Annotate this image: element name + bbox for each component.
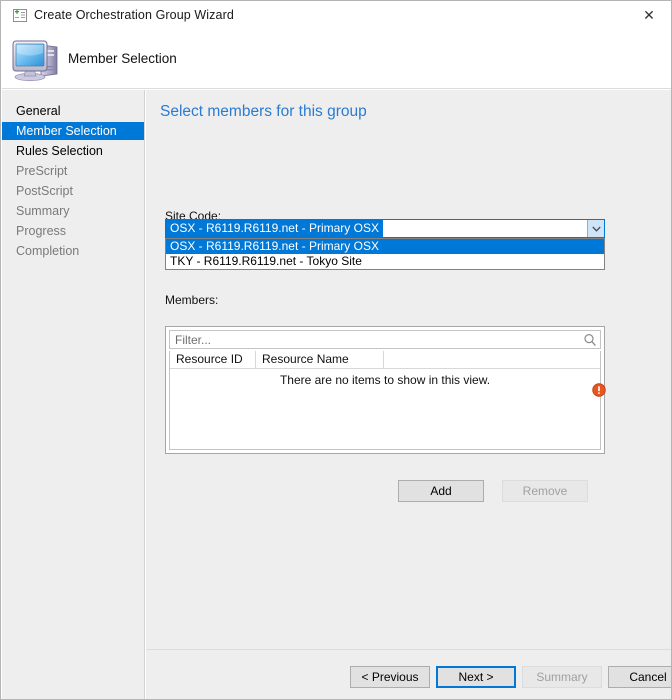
magnifier-icon[interactable] — [583, 333, 597, 347]
wizard-header: Member Selection — [2, 29, 671, 89]
sidebar-item-prescript[interactable]: PreScript — [2, 162, 144, 180]
site-code-selected-value: OSX - R6119.R6119.net - Primary OSX — [166, 220, 383, 237]
sidebar-item-postscript[interactable]: PostScript — [2, 182, 144, 200]
site-code-dropdown-list[interactable]: OSX - R6119.R6119.net - Primary OSX TKY … — [165, 238, 605, 270]
next-button[interactable]: Next > — [436, 666, 516, 688]
site-code-option-osx[interactable]: OSX - R6119.R6119.net - Primary OSX — [166, 239, 604, 254]
grid-empty-message: There are no items to show in this view. — [279, 373, 491, 387]
column-header-resource-id[interactable]: Resource ID — [170, 351, 256, 368]
sidebar-item-member-selection[interactable]: Member Selection — [2, 122, 144, 140]
members-grid[interactable]: Resource ID Resource Name There are no i… — [169, 351, 601, 450]
grid-header-row: Resource ID Resource Name — [170, 351, 600, 369]
window-title: Create Orchestration Group Wizard — [34, 8, 234, 22]
members-label: Members: — [165, 293, 219, 307]
wizard-footer: < Previous Next > Summary Cancel — [146, 649, 671, 699]
column-header-resource-name[interactable]: Resource Name — [256, 351, 384, 368]
site-code-option-tky[interactable]: TKY - R6119.R6119.net - Tokyo Site — [166, 254, 604, 269]
wizard-window: Create Orchestration Group Wizard ✕ Memb… — [0, 0, 672, 700]
close-icon[interactable]: ✕ — [626, 2, 671, 29]
sidebar-item-completion[interactable]: Completion — [2, 242, 144, 260]
filter-input[interactable]: Filter... — [169, 330, 601, 349]
page-title: Member Selection — [68, 51, 177, 66]
wizard-step-nav: General Member Selection Rules Selection… — [2, 90, 145, 699]
site-code-combobox[interactable]: OSX - R6119.R6119.net - Primary OSX — [165, 219, 605, 238]
chevron-down-icon[interactable] — [587, 220, 604, 237]
remove-button: Remove — [502, 480, 588, 502]
summary-button: Summary — [522, 666, 602, 688]
filter-placeholder: Filter... — [175, 333, 212, 347]
sidebar-item-summary[interactable]: Summary — [2, 202, 144, 220]
wizard-content-panel: Select members for this group Site Code:… — [146, 90, 671, 649]
cancel-button[interactable]: Cancel — [608, 666, 671, 688]
wizard-new-item-icon — [13, 9, 27, 22]
computer-icon — [11, 33, 65, 83]
sidebar-item-general[interactable]: General — [2, 102, 144, 120]
title-bar: Create Orchestration Group Wizard ✕ — [2, 2, 671, 29]
sidebar-item-rules-selection[interactable]: Rules Selection — [2, 142, 144, 160]
add-button[interactable]: Add — [398, 480, 484, 502]
error-icon[interactable] — [592, 383, 606, 397]
sidebar-item-progress[interactable]: Progress — [2, 222, 144, 240]
members-panel: Filter... Resource ID Resource Name Ther… — [165, 326, 605, 454]
content-heading: Select members for this group — [160, 103, 367, 120]
previous-button[interactable]: < Previous — [350, 666, 430, 688]
